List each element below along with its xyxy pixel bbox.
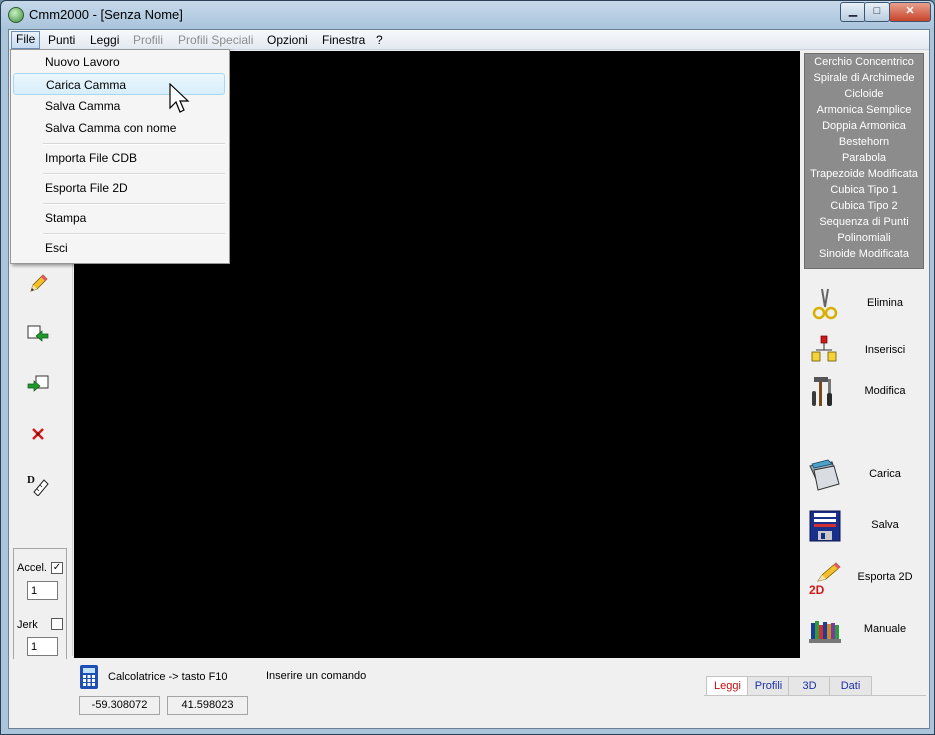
calculator-hint: Calcolatrice -> tasto F10 xyxy=(108,671,228,683)
manuale-label: Manuale xyxy=(863,623,907,635)
books-icon xyxy=(809,621,841,643)
bottom-tabs: Leggi Profili 3D Dati xyxy=(704,676,924,696)
title-bar[interactable]: Cmm2000 - [Senza Nome] ▁ □ ✕ xyxy=(1,1,934,29)
accel-input[interactable]: 1 xyxy=(27,581,58,600)
accel-label: Accel. xyxy=(17,562,47,574)
menu-separator xyxy=(43,173,225,175)
app-icon xyxy=(8,7,24,23)
menu-item-salva-camma-con-nome[interactable]: Salva Camma con nome xyxy=(13,117,225,139)
pencil-icon xyxy=(30,274,48,292)
tools-icon xyxy=(812,377,832,406)
menu-opzioni[interactable]: Opzioni xyxy=(263,32,312,48)
salva-button[interactable]: Salva xyxy=(808,507,920,547)
accel-checkbox[interactable]: ✓ xyxy=(51,562,63,574)
profile-item[interactable]: Bestehorn xyxy=(805,134,923,150)
profile-item[interactable]: Cicloide xyxy=(805,86,923,102)
modifica-label: Modifica xyxy=(864,385,906,397)
close-button[interactable]: ✕ xyxy=(889,2,931,22)
maximize-button[interactable]: □ xyxy=(864,2,890,22)
carica-button[interactable]: Carica xyxy=(808,456,920,496)
menu-item-esporta-file-2d[interactable]: Esporta File 2D xyxy=(13,177,225,199)
menu-profili[interactable]: Profili xyxy=(129,32,167,48)
profile-item[interactable]: Sequenza di Punti xyxy=(805,214,923,230)
tab-profili[interactable]: Profili xyxy=(747,676,790,696)
modifica-button[interactable]: Modifica xyxy=(808,373,920,413)
profile-item[interactable]: Cerchio Concentrico xyxy=(805,54,923,70)
tab-3d[interactable]: 3D xyxy=(788,676,831,696)
profile-item[interactable]: Spirale di Archimede xyxy=(805,70,923,86)
menu-profili-speciali[interactable]: Profili Speciali xyxy=(174,32,257,48)
export-points-icon xyxy=(27,375,49,392)
menu-item-carica-camma[interactable]: Carica Camma xyxy=(13,73,225,95)
profile-item[interactable]: Sinoide Modificata xyxy=(805,246,923,262)
profile-item[interactable]: Cubica Tipo 1 xyxy=(805,182,923,198)
scissors-icon xyxy=(812,288,838,320)
manuale-button[interactable]: Manuale xyxy=(808,611,920,651)
export-2d-badge: 2D xyxy=(809,583,825,595)
file-menu-dropdown: Nuovo Lavoro Carica Camma Salva Camma Sa… xyxy=(10,49,230,264)
export-2d-icon: 2D xyxy=(809,562,841,595)
inserisci-button[interactable]: Inserisci xyxy=(808,332,920,372)
dimension-icon: D xyxy=(27,474,49,496)
import-points-tool-button[interactable] xyxy=(23,321,53,347)
elimina-button[interactable]: Elimina xyxy=(808,285,920,325)
delete-point-icon xyxy=(32,428,44,440)
coord-y-readout: 41.598023 xyxy=(167,696,248,715)
menu-leggi[interactable]: Leggi xyxy=(86,32,123,48)
svg-text:D: D xyxy=(27,474,35,486)
pencil-tool-button[interactable] xyxy=(23,271,53,297)
menu-item-nuovo-lavoro[interactable]: Nuovo Lavoro xyxy=(13,51,225,73)
jerk-checkbox[interactable] xyxy=(51,618,63,630)
window-title: Cmm2000 - [Senza Nome] xyxy=(29,7,183,22)
insert-icon xyxy=(811,335,837,362)
app-window: Cmm2000 - [Senza Nome] ▁ □ ✕ File Punti … xyxy=(0,0,935,735)
esporta-2d-button[interactable]: 2D Esporta 2D xyxy=(808,559,920,599)
profile-item[interactable]: Polinomiali xyxy=(805,230,923,246)
menu-file[interactable]: File xyxy=(11,31,41,49)
import-points-icon xyxy=(27,325,49,342)
floppy-icon xyxy=(809,510,841,542)
tab-leggi[interactable]: Leggi xyxy=(706,676,749,696)
calculator-glyph xyxy=(83,668,95,686)
elimina-label: Elimina xyxy=(866,297,904,309)
mouse-cursor-icon xyxy=(169,83,190,113)
tab-content xyxy=(704,695,926,716)
minimize-button[interactable]: ▁ xyxy=(840,2,866,22)
export-points-tool-button[interactable] xyxy=(23,371,53,397)
salva-label: Salva xyxy=(871,519,899,531)
profile-list: Cerchio Concentrico Spirale di Archimede C… xyxy=(804,53,924,269)
profile-item[interactable]: Doppia Armonica xyxy=(805,118,923,134)
dimension-tool-button[interactable]: D xyxy=(23,471,53,497)
profile-item[interactable]: Parabola xyxy=(805,150,923,166)
profile-item[interactable]: Armonica Semplice xyxy=(805,102,923,118)
menu-bar: File Punti Leggi Profili Profili Special… xyxy=(9,30,929,50)
delete-point-tool-button[interactable] xyxy=(23,421,53,447)
carica-label: Carica xyxy=(869,468,901,480)
right-panel: Cerchio Concentrico Spirale di Archimede C… xyxy=(802,51,926,659)
calculator-icon[interactable] xyxy=(80,665,98,689)
menu-finestra[interactable]: Finestra xyxy=(318,32,369,48)
derivative-options-panel: Accel. ✓ 1 Jerk 1 xyxy=(13,548,67,670)
menu-item-importa-file-cdb[interactable]: Importa File CDB xyxy=(13,147,225,169)
menu-item-salva-camma[interactable]: Salva Camma xyxy=(13,95,225,117)
jerk-input[interactable]: 1 xyxy=(27,637,58,656)
profile-item[interactable]: Trapezoide Modificata xyxy=(805,166,923,182)
tab-dati[interactable]: Dati xyxy=(829,676,872,696)
inserisci-label: Inserisci xyxy=(864,344,906,356)
menu-punti[interactable]: Punti xyxy=(44,32,79,48)
command-prompt: Inserire un comando xyxy=(266,670,367,682)
menu-separator xyxy=(43,143,225,145)
menu-item-esci[interactable]: Esci xyxy=(13,237,225,259)
menu-separator xyxy=(43,233,225,235)
profile-item[interactable]: Cubica Tipo 2 xyxy=(805,198,923,214)
menu-item-stampa[interactable]: Stampa xyxy=(13,207,225,229)
menu-separator xyxy=(43,203,225,205)
status-area: Calcolatrice -> tasto F10 Inserire un co… xyxy=(9,659,929,728)
folder-icon xyxy=(809,459,840,491)
coord-x-readout: -59.308072 xyxy=(79,696,160,715)
jerk-label: Jerk xyxy=(17,619,38,631)
esporta-2d-label: Esporta 2D xyxy=(857,571,913,583)
menu-help[interactable]: ? xyxy=(372,32,387,48)
